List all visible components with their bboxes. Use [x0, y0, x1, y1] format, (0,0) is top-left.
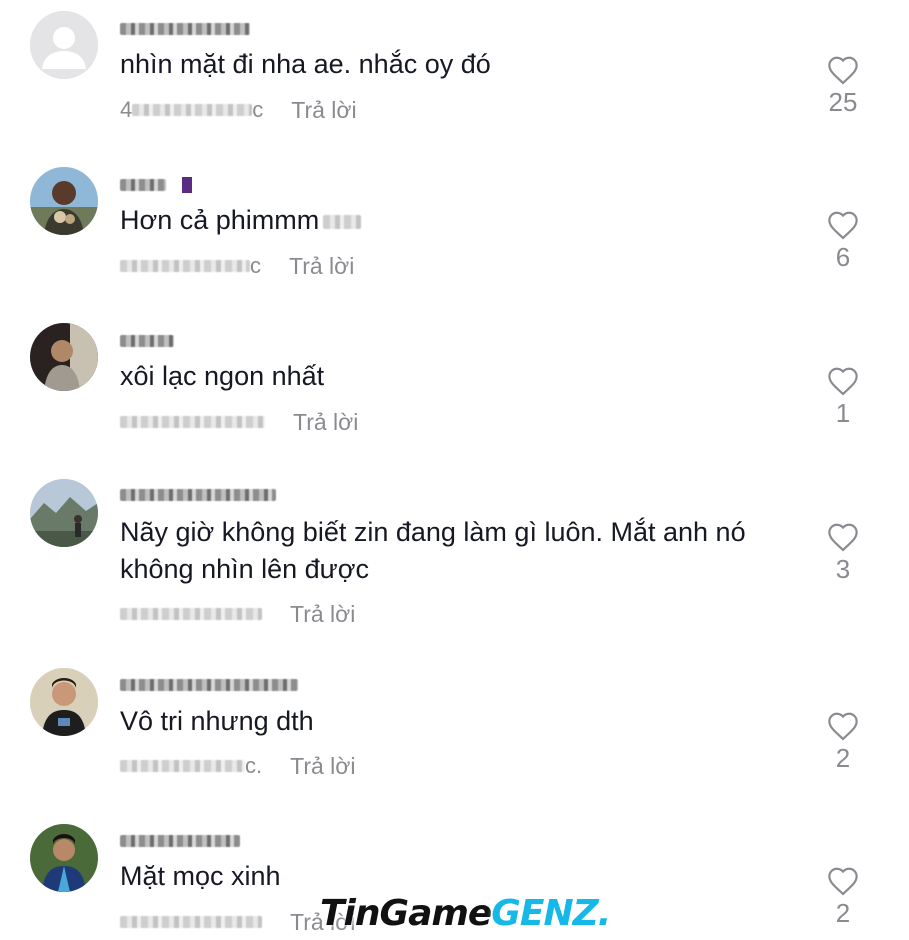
- like-button[interactable]: 2: [818, 711, 868, 774]
- reply-button[interactable]: Trả lời: [291, 97, 356, 124]
- username-blurred[interactable]: [120, 20, 250, 38]
- like-button[interactable]: 3: [818, 522, 868, 585]
- heart-outline-icon: [828, 56, 858, 85]
- avatar[interactable]: [30, 479, 98, 547]
- username-blurred[interactable]: [120, 832, 240, 850]
- reply-button[interactable]: Trả lời: [289, 253, 354, 280]
- heart-outline-icon: [828, 523, 858, 552]
- like-count: 3: [835, 554, 851, 584]
- like-count: 2: [835, 898, 851, 928]
- comment-meta: 4c Trả lời: [120, 96, 357, 124]
- user-photo-icon: [30, 167, 98, 235]
- heart-outline-icon: [828, 211, 858, 240]
- comment-date-blurred: 4c: [120, 97, 264, 122]
- comment-date-blurred: c: [120, 253, 261, 279]
- like-count: 1: [835, 398, 851, 428]
- like-button[interactable]: 2: [818, 866, 868, 929]
- username-blurred[interactable]: [120, 486, 276, 504]
- comment-date-blurred: [120, 416, 265, 428]
- username-blurred[interactable]: [120, 176, 192, 194]
- comment-meta: Trả lời: [120, 600, 355, 628]
- like-button[interactable]: 6: [818, 210, 868, 273]
- like-count: 6: [835, 242, 851, 272]
- user-photo-icon: [30, 668, 98, 736]
- user-photo-icon: [30, 323, 98, 391]
- comment-meta: c Trả lời: [120, 252, 354, 280]
- default-avatar-icon: [30, 11, 98, 79]
- badge-icon: [182, 177, 192, 193]
- comment-text: nhìn mặt đi nha ae. nhắc oy đó: [120, 49, 491, 79]
- avatar[interactable]: [30, 167, 98, 235]
- watermark-text-accent: GENZ.: [491, 892, 611, 934]
- comment-date-blurred: [120, 916, 262, 928]
- avatar[interactable]: [30, 824, 98, 892]
- reply-button[interactable]: Trả lời: [290, 601, 355, 628]
- like-count: 2: [835, 743, 851, 773]
- heart-outline-icon: [828, 867, 858, 896]
- comment-text: xôi lạc ngon nhất: [120, 361, 325, 391]
- watermark-text: TinGame: [320, 892, 492, 934]
- watermark-logo: TinGame GENZ.: [320, 888, 611, 938]
- heart-outline-icon: [828, 367, 858, 396]
- comment-text: Hơn cả phimmm: [120, 202, 780, 239]
- comment-text: Nãy giờ không biết zin đang làm gì luôn.…: [120, 517, 746, 584]
- avatar-default[interactable]: [30, 11, 98, 79]
- comment-date-blurred: c.: [120, 753, 262, 779]
- username-blurred[interactable]: [120, 332, 174, 350]
- comment-meta: Trả lời: [120, 408, 358, 436]
- comment-text: Vô tri nhưng dth: [120, 706, 314, 736]
- user-photo-icon: [30, 824, 98, 892]
- username-blurred[interactable]: [120, 676, 298, 694]
- reply-button[interactable]: Trả lời: [290, 753, 355, 780]
- avatar[interactable]: [30, 668, 98, 736]
- like-button[interactable]: 25: [818, 55, 868, 118]
- like-count: 25: [828, 87, 858, 117]
- avatar[interactable]: [30, 323, 98, 391]
- reply-button[interactable]: Trả lời: [293, 409, 358, 436]
- user-photo-icon: [30, 479, 98, 547]
- comment-meta: c. Trả lời: [120, 752, 355, 780]
- comment-date-blurred: [120, 608, 262, 620]
- heart-outline-icon: [828, 712, 858, 741]
- like-button[interactable]: 1: [818, 366, 868, 429]
